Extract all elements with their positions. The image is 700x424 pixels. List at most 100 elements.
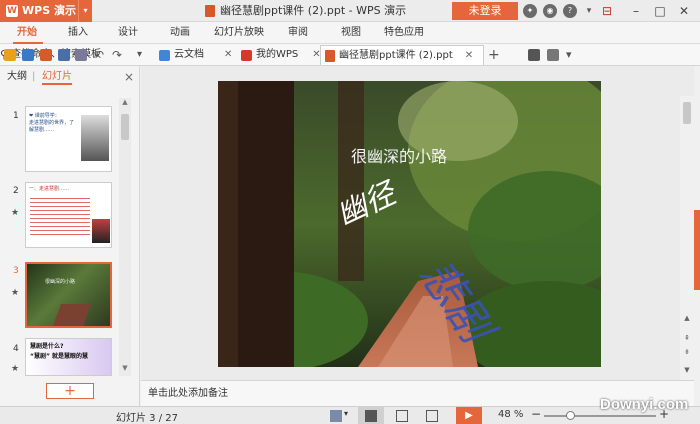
close-tab-icon[interactable]: ✕ bbox=[224, 45, 232, 65]
prev-slide-icon[interactable]: ⇞ bbox=[680, 334, 694, 342]
slide-thumbnail-2[interactable]: 一、走进慧剧…… bbox=[25, 182, 112, 248]
app-name: WPS 演示 bbox=[22, 4, 76, 17]
menu-special[interactable]: 特色应用 bbox=[384, 22, 424, 44]
portrait-image bbox=[81, 115, 109, 161]
quick-access-toolbar: ↶ ↷ ▾ 云文档 ✕ 我的WPS ✕ 幽径慧剧ppt课件 (2).ppt ✕ … bbox=[0, 44, 700, 66]
zoom-slider-track[interactable] bbox=[544, 415, 656, 417]
chevron-down-icon[interactable]: ▾ bbox=[344, 409, 348, 418]
slide-thumbnail-3[interactable]: 很幽深的小路 bbox=[25, 262, 112, 328]
thumb-text: 慧剧是什么? “慧剧” 就是慧眼的慧 bbox=[30, 343, 88, 360]
minimize-to-tray-icon[interactable]: ⊟ bbox=[597, 2, 617, 20]
title-bar: W WPS 演示 ▾ 幽径慧剧ppt课件 (2).ppt - WPS 演示 未登… bbox=[0, 0, 700, 22]
slide-number: 2 bbox=[13, 186, 19, 196]
ppt-file-icon bbox=[325, 49, 335, 62]
slide-layout-icon[interactable] bbox=[330, 410, 342, 422]
settings-dropdown-icon[interactable]: ▾ bbox=[566, 49, 578, 61]
scroll-up-icon[interactable]: ▲ bbox=[680, 314, 694, 322]
thumbnail-scrollbar[interactable]: ▲ ▼ bbox=[119, 98, 131, 376]
active-tab-underline bbox=[42, 83, 72, 85]
tab-cloud-docs[interactable]: 云文档 ✕ bbox=[155, 45, 236, 65]
menu-animation[interactable]: 动画 bbox=[170, 22, 190, 44]
menu-design[interactable]: 设计 bbox=[118, 22, 138, 44]
wps-app-menu-button[interactable]: W WPS 演示 ▾ bbox=[0, 0, 92, 22]
close-panel-icon[interactable]: × bbox=[124, 66, 134, 88]
ppt-file-icon bbox=[205, 5, 215, 17]
zoom-out-icon[interactable]: − bbox=[531, 407, 541, 421]
print-preview-icon[interactable] bbox=[75, 49, 87, 61]
open-icon[interactable] bbox=[4, 49, 16, 61]
reading-view-icon[interactable] bbox=[426, 410, 438, 422]
scroll-thumb[interactable] bbox=[121, 114, 129, 140]
maximize-icon[interactable]: □ bbox=[650, 2, 670, 20]
export-pdf-icon[interactable] bbox=[40, 49, 52, 61]
customize-dropdown-icon[interactable]: ▾ bbox=[137, 49, 149, 61]
animation-star-icon: ★ bbox=[11, 288, 20, 298]
zoom-slider-thumb[interactable] bbox=[566, 411, 575, 420]
wps-icon bbox=[241, 49, 252, 61]
window-icon[interactable] bbox=[547, 49, 559, 61]
ribbon-menu-bar: 开始 插入 设计 动画 幻灯片放映 审阅 视图 特色应用 bbox=[0, 22, 700, 44]
play-slideshow-button[interactable]: ▶ bbox=[456, 407, 482, 424]
slide-number: 3 bbox=[13, 266, 19, 276]
tab-document[interactable]: 幽径慧剧ppt课件 (2).ppt ✕ bbox=[320, 45, 484, 65]
side-panel-handle[interactable] bbox=[694, 210, 700, 290]
slide-sorter-icon[interactable] bbox=[396, 410, 408, 422]
tab-divider: | bbox=[32, 71, 36, 82]
slide-thumbnail-4[interactable]: 慧剧是什么? “慧剧” 就是慧眼的慧 bbox=[25, 338, 112, 376]
scroll-thumb[interactable] bbox=[683, 102, 691, 124]
menu-home[interactable]: 开始 bbox=[17, 22, 37, 44]
forest-background-image: 很幽深的小路 幽径 悲剧 bbox=[218, 81, 601, 367]
close-tab-icon[interactable]: ✕ bbox=[465, 46, 473, 66]
watermark: Downyi.com bbox=[600, 396, 689, 413]
window-title: 幽径慧剧ppt课件 (2).ppt - WPS 演示 bbox=[205, 0, 406, 22]
thumb-text: 很幽深的小路 bbox=[45, 279, 76, 285]
thumb-text: ❤ 课前导学： 走进慧剧的世界，了解慧剧…… bbox=[29, 113, 75, 133]
document-title: 幽径慧剧ppt课件 (2).ppt - WPS 演示 bbox=[220, 4, 407, 17]
current-slide[interactable]: 很幽深的小路 幽径 悲剧 bbox=[218, 81, 601, 367]
undo-icon[interactable]: ↶ bbox=[94, 49, 106, 61]
scroll-down-icon[interactable]: ▼ bbox=[119, 364, 131, 374]
tab-my-wps[interactable]: 我的WPS ✕ bbox=[237, 45, 325, 65]
menu-review[interactable]: 审阅 bbox=[288, 22, 308, 44]
menu-view[interactable]: 视图 bbox=[341, 22, 361, 44]
text-lines bbox=[30, 195, 90, 237]
print-icon[interactable] bbox=[58, 49, 70, 61]
recording-icon[interactable] bbox=[528, 49, 540, 61]
skin-icon[interactable]: ✦ bbox=[523, 4, 537, 18]
new-tab-button[interactable]: + bbox=[488, 44, 500, 66]
feedback-icon[interactable]: ◉ bbox=[543, 4, 557, 18]
help-icon[interactable]: ? bbox=[563, 4, 577, 18]
tab-label: 我的WPS bbox=[256, 49, 299, 60]
path-image bbox=[52, 304, 92, 326]
scroll-down-icon[interactable]: ▼ bbox=[680, 366, 694, 374]
menu-insert[interactable]: 插入 bbox=[68, 22, 88, 44]
animation-star-icon: ★ bbox=[11, 208, 20, 218]
cloud-docs-icon bbox=[159, 49, 170, 61]
slide-thumbnail-panel: 大纲 | 幻灯片 × 1 ❤ 课前导学： 走进慧剧的世界，了解慧剧…… 2 ★ … bbox=[0, 66, 140, 406]
save-icon[interactable] bbox=[22, 49, 34, 61]
normal-view-icon bbox=[365, 410, 377, 422]
dropdown-icon[interactable]: ▾ bbox=[582, 4, 596, 18]
wps-logo-icon: W bbox=[6, 5, 18, 17]
canvas-scrollbar[interactable]: ▲ ⇞ ⇟ ▼ bbox=[680, 96, 694, 380]
close-icon[interactable]: ✕ bbox=[674, 2, 694, 20]
thumb-text: 一、走进慧剧…… bbox=[29, 186, 70, 192]
normal-view-button[interactable] bbox=[358, 407, 384, 424]
tab-label: 幽径慧剧ppt课件 (2).ppt bbox=[339, 49, 453, 61]
menu-slideshow[interactable]: 幻灯片放映 bbox=[214, 22, 264, 44]
scroll-up-icon[interactable]: ▲ bbox=[119, 98, 131, 108]
slide-number: 4 bbox=[13, 344, 19, 354]
redo-icon[interactable]: ↷ bbox=[112, 49, 124, 61]
slide-thumbnail-1[interactable]: ❤ 课前导学： 走进慧剧的世界，了解慧剧…… bbox=[25, 106, 112, 172]
tab-outline[interactable]: 大纲 bbox=[7, 66, 27, 88]
slide-title: 很幽深的小路 bbox=[351, 147, 447, 166]
minimize-icon[interactable]: – bbox=[626, 2, 646, 20]
login-button[interactable]: 未登录 bbox=[452, 2, 518, 20]
zoom-level: 48 % bbox=[498, 409, 524, 420]
chevron-down-icon[interactable]: ▾ bbox=[78, 0, 92, 22]
portrait-image bbox=[92, 219, 110, 243]
panel-tabs: 大纲 | 幻灯片 × bbox=[0, 66, 140, 88]
add-slide-button[interactable]: + bbox=[46, 383, 94, 399]
slide-counter: 幻灯片 3 / 27 bbox=[116, 413, 178, 424]
next-slide-icon[interactable]: ⇟ bbox=[680, 348, 694, 356]
